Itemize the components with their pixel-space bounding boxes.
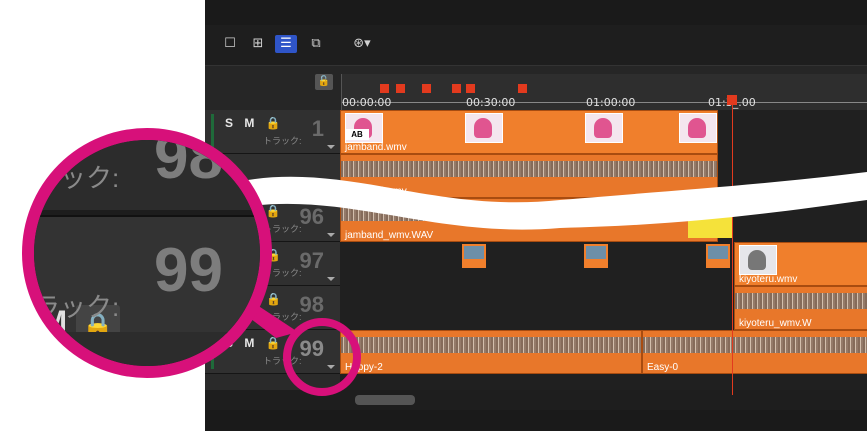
- clip-thumbnail: [739, 245, 777, 275]
- playhead-handle[interactable]: [727, 95, 737, 105]
- video-clip-small[interactable]: [706, 244, 730, 268]
- highlight-ring: [283, 318, 361, 396]
- magnified-track-99: M 🔒 ラック: 99: [34, 215, 260, 349]
- lock-icon[interactable]: 🔒: [266, 204, 285, 218]
- solo-button[interactable]: S: [225, 116, 237, 130]
- clip-name: kiyoteru_wmv.W: [739, 318, 812, 329]
- audio-waveform: [341, 205, 717, 221]
- ruler-tick-label: 00:30:00: [466, 96, 516, 109]
- marker-flag[interactable]: [452, 84, 461, 93]
- chevron-down-icon[interactable]: [327, 233, 335, 237]
- horizontal-scrollbar[interactable]: [355, 395, 415, 405]
- marker-flag[interactable]: [396, 84, 405, 93]
- marker-flag[interactable]: [518, 84, 527, 93]
- selected-region[interactable]: [688, 198, 732, 238]
- clip-name: jamband_wmv.WAV: [345, 230, 434, 241]
- magnifier-circle: ラック: 98 M 🔒 ラック: 99: [22, 128, 272, 378]
- magnified-number: 99: [154, 236, 223, 305]
- video-clip-small[interactable]: [462, 244, 486, 268]
- audio-clip-jamband[interactable]: jamband.wmv: [340, 154, 718, 198]
- audio-waveform: [341, 161, 717, 177]
- transition-ab-badge: AB: [345, 129, 369, 140]
- audio-waveform: [735, 293, 867, 309]
- toolbar: ☐ ⊞ ☰ ⧉ ⊛▾: [205, 25, 867, 66]
- clip-name: jamband.wmv: [345, 186, 407, 197]
- chevron-down-icon[interactable]: [327, 277, 335, 281]
- ruler-lock-icon[interactable]: 🔓: [315, 74, 333, 90]
- clip-thumbnail: [465, 113, 503, 143]
- bottom-bar: [205, 390, 867, 410]
- track-label: トラック:: [263, 136, 302, 146]
- magnified-label: ラック:: [34, 292, 120, 322]
- mute-button[interactable]: M: [244, 116, 258, 130]
- multicam-icon[interactable]: ⧉: [305, 35, 327, 53]
- playhead-line[interactable]: [732, 95, 733, 395]
- audio-waveform: [341, 337, 641, 353]
- chevron-down-icon[interactable]: [327, 189, 335, 193]
- time-ruler[interactable]: 00:00:00 00:30:00 01:00:00 01:3_.00: [341, 74, 867, 110]
- marker-flag[interactable]: [380, 84, 389, 93]
- marker-flag[interactable]: [422, 84, 431, 93]
- audio-clip-kiyoteru[interactable]: kiyoteru_wmv.W: [734, 286, 867, 330]
- solo-mute-lock[interactable]: S M 🔒: [225, 116, 285, 130]
- chevron-down-icon[interactable]: [327, 145, 335, 149]
- timeline-view-icon[interactable]: ☰: [275, 35, 297, 53]
- clip-thumbnail: [679, 113, 717, 143]
- lock-icon[interactable]: 🔒: [266, 116, 285, 130]
- clip-name: kiyoteru.wmv: [739, 274, 798, 285]
- video-clip-kiyoteru[interactable]: kiyoteru.wmv: [734, 242, 867, 286]
- timeline-lanes: AB jamband.wmv jamband.wmv jamband_wmv.W…: [340, 110, 867, 390]
- reel-menu-icon[interactable]: ⊛▾: [345, 35, 379, 53]
- clip-name: jamband.wmv: [345, 142, 407, 153]
- ruler-area: 🔓 00:00:00 00:30:00 01:00:00 01:3_.00: [205, 66, 867, 110]
- track-number: 1: [311, 116, 324, 141]
- video-clip-jamband[interactable]: AB jamband.wmv: [340, 110, 718, 154]
- grid-view-icon[interactable]: ⊞: [247, 35, 269, 53]
- clip-name: Easy-0: [647, 362, 679, 373]
- magnified-label: ラック:: [34, 163, 120, 193]
- audio-clip-happy[interactable]: Happy-2: [340, 330, 642, 374]
- magnified-track-98: ラック: 98: [34, 140, 260, 210]
- track-number: 96: [299, 204, 324, 229]
- marker-flag[interactable]: [466, 84, 475, 93]
- video-clip-small[interactable]: [584, 244, 608, 268]
- ruler-tick-label: 01:00:00: [586, 96, 636, 109]
- clip-thumbnail: [585, 113, 623, 143]
- ruler-tick-label: 00:00:00: [342, 96, 392, 109]
- audio-waveform: [643, 337, 867, 353]
- single-view-icon[interactable]: ☐: [219, 35, 241, 53]
- audio-clip-easy[interactable]: Easy-0: [642, 330, 867, 374]
- audio-clip-jamband-wav[interactable]: jamband_wmv.WAV: [340, 198, 718, 242]
